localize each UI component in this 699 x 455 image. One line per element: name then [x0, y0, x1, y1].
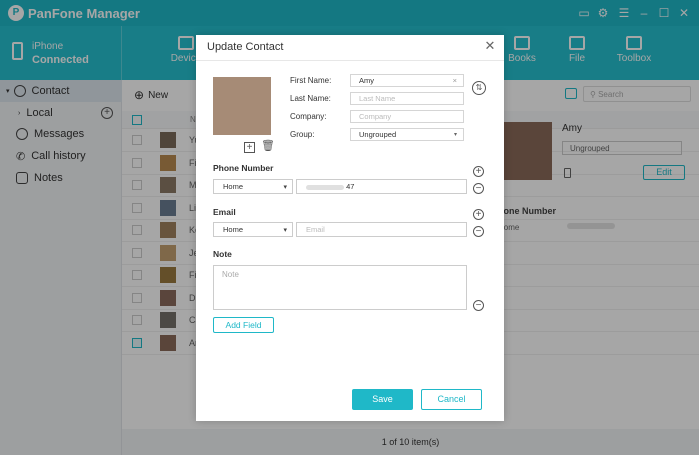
- phone-type-value: Home: [223, 182, 244, 191]
- cancel-button[interactable]: Cancel: [421, 389, 482, 410]
- dialog-title: Update Contact: [207, 41, 284, 53]
- first-name-value: Amy: [359, 76, 374, 85]
- chevron-down-icon: ▾: [283, 227, 287, 234]
- contact-photo[interactable]: [213, 77, 271, 135]
- remove-phone-icon[interactable]: −: [473, 183, 484, 194]
- remove-email-icon[interactable]: −: [473, 226, 484, 237]
- note-placeholder: Note: [222, 270, 239, 279]
- trash-icon[interactable]: 🗑: [261, 141, 275, 152]
- add-photo-icon[interactable]: +: [244, 142, 255, 153]
- company-placeholder: Company: [359, 112, 392, 121]
- last-name-placeholder: Last Name: [359, 94, 396, 103]
- dialog-divider: [196, 60, 504, 61]
- update-contact-dialog: Update Contact ✕ + 🗑 First Name: Last Na…: [196, 35, 504, 421]
- clear-icon[interactable]: ×: [453, 76, 457, 86]
- add-phone-icon[interactable]: +: [473, 166, 484, 177]
- save-button[interactable]: Save: [352, 389, 413, 410]
- company-field[interactable]: Company: [350, 110, 464, 123]
- email-placeholder: Email: [306, 225, 325, 234]
- add-field-button[interactable]: Add Field: [213, 317, 274, 333]
- email-section-title: Email: [213, 207, 236, 217]
- first-name-label: First Name:: [290, 76, 332, 85]
- last-name-field[interactable]: Last Name: [350, 92, 464, 105]
- group-label: Group:: [290, 130, 315, 139]
- remove-note-icon[interactable]: −: [473, 300, 484, 311]
- close-icon[interactable]: ✕: [483, 39, 497, 53]
- note-field[interactable]: Note: [213, 265, 467, 310]
- phone-section-title: Phone Number: [213, 163, 274, 173]
- sort-icon[interactable]: ⇅: [472, 81, 486, 95]
- chevron-down-icon: ▾: [283, 184, 287, 191]
- phone-value: 47: [346, 182, 355, 191]
- add-email-icon[interactable]: +: [473, 209, 484, 220]
- email-field[interactable]: Email: [296, 222, 467, 237]
- phone-number-field[interactable]: 47: [296, 179, 467, 194]
- note-section-title: Note: [213, 249, 232, 259]
- chevron-down-icon: ▾: [453, 132, 457, 138]
- last-name-label: Last Name:: [290, 94, 331, 103]
- phone-type-select[interactable]: Home ▾: [213, 179, 293, 194]
- first-name-field[interactable]: Amy ×: [350, 74, 464, 87]
- group-select[interactable]: Ungrouped ▾: [350, 128, 464, 141]
- group-value: Ungrouped: [359, 130, 397, 139]
- email-type-select[interactable]: Home ▾: [213, 222, 293, 237]
- email-type-value: Home: [223, 225, 244, 234]
- company-label: Company:: [290, 112, 327, 121]
- phone-redacted: [306, 184, 344, 190]
